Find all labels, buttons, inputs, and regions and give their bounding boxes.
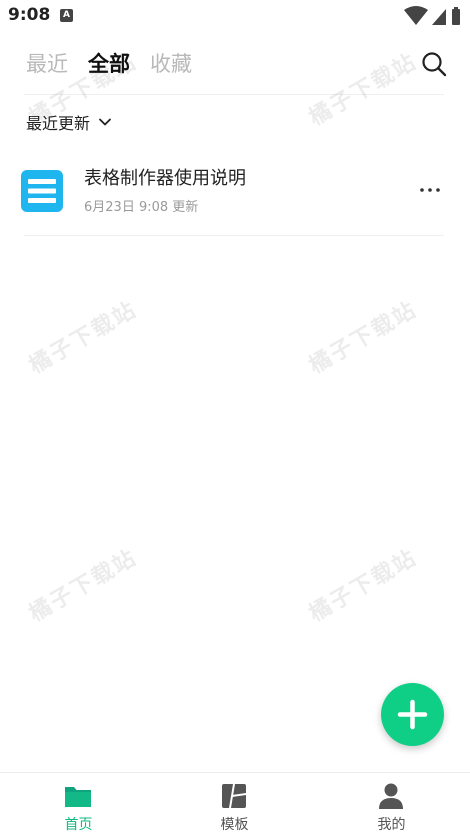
folder-icon <box>65 787 91 807</box>
header-divider <box>24 94 444 95</box>
nav-item-templates[interactable]: 模板 <box>156 773 313 837</box>
watermark: 橘子下载站 <box>305 49 422 131</box>
watermark: 橘子下载站 <box>25 297 142 379</box>
chevron-down-icon <box>99 118 111 126</box>
tab-recent[interactable]: 最近 <box>26 48 68 78</box>
nav-item-profile[interactable]: 我的 <box>313 773 470 837</box>
file-title: 表格制作器使用说明 <box>84 168 246 189</box>
watermark: 橘子下载站 <box>305 297 422 379</box>
file-meta: 6月23日 9:08 更新 <box>84 200 199 215</box>
template-icon <box>222 784 246 808</box>
spreadsheet-doc-icon <box>21 170 63 212</box>
file-row-divider <box>24 235 444 236</box>
status-time: 9:08 <box>8 5 51 25</box>
nav-item-home[interactable]: 首页 <box>0 773 157 837</box>
tab-all[interactable]: 全部 <box>88 48 130 78</box>
watermark: 橘子下载站 <box>25 545 142 627</box>
sort-dropdown[interactable]: 最近更新 <box>26 110 112 134</box>
wifi-icon <box>404 6 428 25</box>
nav-label-home: 首页 <box>64 817 93 833</box>
search-icon[interactable] <box>420 50 448 78</box>
sort-label: 最近更新 <box>26 114 91 133</box>
bottom-nav: 首页 模板 我的 <box>0 772 470 837</box>
status-icons <box>404 6 460 25</box>
nav-label-profile: 我的 <box>377 817 406 833</box>
add-button[interactable] <box>381 683 444 746</box>
tab-favorites[interactable]: 收藏 <box>150 48 192 78</box>
more-icon[interactable] <box>416 180 444 200</box>
watermark: 橘子下载站 <box>305 545 422 627</box>
plus-icon <box>397 699 428 730</box>
file-list-item[interactable]: 表格制作器使用说明 6月23日 9:08 更新 <box>0 150 470 236</box>
signal-icon <box>432 9 446 25</box>
battery-icon <box>452 9 460 25</box>
top-tabs: 最近 全部 收藏 <box>26 48 212 82</box>
notification-badge: A <box>60 9 73 22</box>
nav-label-templates: 模板 <box>220 817 249 833</box>
person-icon <box>379 783 403 809</box>
status-bar: 9:08 A <box>0 0 470 32</box>
